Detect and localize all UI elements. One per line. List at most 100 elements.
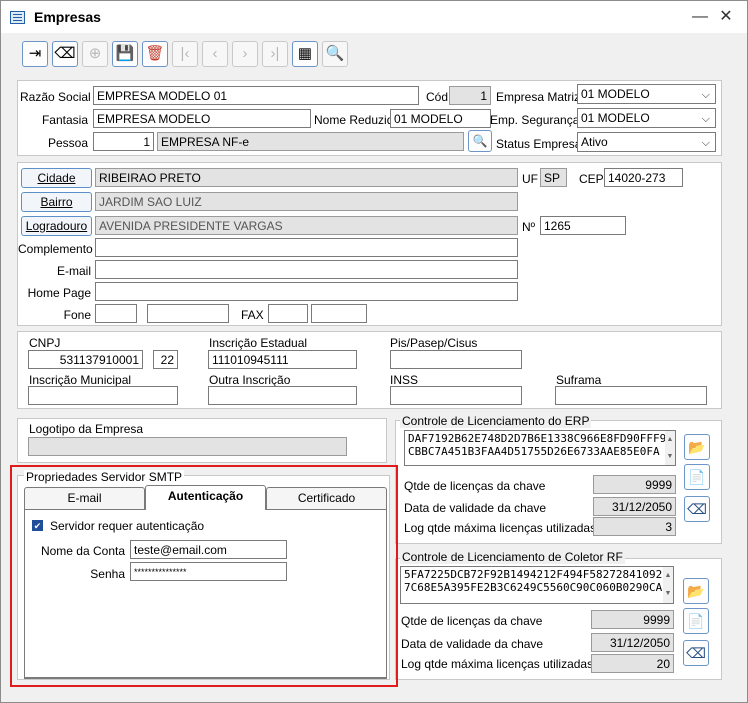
status-value: Ativo — [581, 135, 608, 149]
erp-key-line: DAF7192B62E748D2D7B6E1338C966E8FD90FFF9 — [408, 432, 667, 445]
grid-icon: ▦ — [297, 45, 313, 62]
fone-field[interactable] — [147, 304, 229, 323]
empresa-matriz-select[interactable]: 01 MODELO ⌵ — [577, 84, 716, 104]
tab-certificado[interactable]: Certificado — [266, 487, 387, 509]
razao-social-field[interactable]: EMPRESA MODELO 01 — [93, 86, 419, 105]
rf-key-line: 5FA7225DCB72F92B1494212F494F58272841092F — [404, 568, 669, 581]
inscricao-municipal-field[interactable] — [28, 386, 178, 405]
open-folder-button[interactable]: 📂 — [683, 578, 709, 604]
erp-qtd-field[interactable]: 9999 — [593, 475, 676, 494]
email-field[interactable] — [95, 260, 518, 279]
logo-path-field[interactable] — [28, 437, 347, 456]
empresa-seguranca-select[interactable]: 01 MODELO ⌵ — [577, 108, 716, 128]
cep-field[interactable]: 14020-273 — [604, 168, 683, 187]
erp-key-line: CBBC7A451B3FAA4D51755D26E6733AAE85E0FA — [408, 445, 660, 458]
fax-ddd-field[interactable] — [268, 304, 308, 323]
document-button[interactable]: 📄 — [684, 464, 710, 490]
ie-label: Inscrição Estadual — [209, 336, 308, 350]
erp-qtd-label: Qtde de licenças da chave — [404, 479, 546, 493]
previous-record-button[interactable]: ‹ — [202, 41, 228, 67]
cnpj-dv-field[interactable]: 22 — [153, 350, 178, 369]
suframa-field[interactable] — [555, 386, 707, 405]
suframa-label: Suframa — [556, 373, 602, 387]
close-button[interactable]: ✕ — [714, 8, 738, 26]
next-record-button[interactable]: › — [232, 41, 258, 67]
status-empresa-select[interactable]: Ativo ⌵ — [577, 132, 716, 152]
plus-icon: ⊕ — [88, 45, 102, 62]
pessoa-search-button[interactable]: 🔍 — [468, 130, 492, 152]
chevron-down-icon: ⌵ — [701, 137, 710, 149]
auth-checkbox[interactable]: ✔ — [32, 520, 43, 531]
outra-label: Outra Inscrição — [209, 373, 291, 387]
account-name-field[interactable]: teste@email.com — [130, 540, 287, 559]
document-icon: 📄 — [688, 469, 706, 485]
eraser-icon: ⌫ — [54, 45, 76, 62]
tab-bottom-border — [24, 677, 387, 679]
rf-max-field[interactable]: 20 — [591, 654, 674, 673]
save-button[interactable]: 💾 — [112, 41, 138, 67]
erp-key-textarea[interactable]: DAF7192B62E748D2D7B6E1338C966E8FD90FFF9 … — [404, 430, 676, 466]
cidade-button[interactable]: Cidade — [21, 168, 92, 188]
rf-validade-field[interactable]: 31/12/2050 — [591, 633, 674, 652]
fone-ddd-field[interactable] — [95, 304, 137, 323]
outra-inscricao-field[interactable] — [208, 386, 357, 405]
last-record-button[interactable]: ›| — [262, 41, 288, 67]
complemento-field[interactable] — [95, 238, 518, 257]
search-button[interactable]: 🔍 — [322, 41, 348, 67]
tab-email[interactable]: E-mail — [24, 487, 145, 509]
logradouro-field[interactable]: AVENIDA PRESIDENTE VARGAS — [95, 216, 518, 235]
exit-button[interactable]: ⇥ — [22, 41, 48, 67]
email-label: E-mail — [56, 264, 91, 278]
fax-field[interactable] — [311, 304, 367, 323]
uf-label: UF — [522, 172, 538, 186]
homepage-field[interactable] — [95, 282, 518, 301]
cod-field[interactable]: 1 — [449, 86, 491, 105]
trash-icon: 🗑 — [145, 45, 165, 62]
logo-label: Logotipo da Empresa — [29, 422, 144, 436]
cnpj-field[interactable]: 531137910001 — [28, 350, 143, 369]
senha-label: Senha — [90, 567, 125, 581]
exit-icon: ⇥ — [28, 45, 42, 62]
seguranca-value: 01 MODELO — [581, 111, 650, 125]
pessoa-label: Pessoa — [47, 136, 88, 150]
erase-key-button[interactable]: ⌫ — [684, 496, 710, 522]
fantasia-field[interactable]: EMPRESA MODELO — [93, 109, 311, 128]
grid-button[interactable]: ▦ — [292, 41, 318, 67]
pessoa-code-field[interactable]: 1 — [93, 132, 154, 151]
password-field[interactable]: *************** — [130, 562, 287, 581]
document-icon: 📄 — [687, 613, 705, 629]
clear-button[interactable]: ⌫ — [52, 41, 78, 67]
nome-reduzido-field[interactable]: 01 MODELO — [390, 109, 491, 128]
cidade-field[interactable]: RIBEIRAO PRETO — [95, 168, 518, 187]
bairro-field[interactable]: JARDIM SAO LUIZ — [95, 192, 518, 211]
inscricao-estadual-field[interactable]: 111010945111 — [208, 350, 357, 369]
pessoa-name-field[interactable]: EMPRESA NF-e — [157, 132, 464, 151]
numero-field[interactable]: 1265 — [540, 216, 626, 235]
first-record-button[interactable]: |‹ — [172, 41, 198, 67]
rf-qtd-field[interactable]: 9999 — [591, 610, 674, 629]
uf-field[interactable]: SP — [540, 168, 567, 187]
inss-field[interactable] — [390, 386, 522, 405]
scrollbar[interactable]: ▲ ▼ — [665, 431, 675, 465]
rf-key-textarea[interactable]: 5FA7225DCB72F92B1494212F494F58272841092F… — [400, 566, 674, 604]
chevron-down-icon: ⌵ — [701, 89, 710, 101]
tab-autenticacao[interactable]: Autenticação — [145, 485, 266, 510]
erp-max-field[interactable]: 3 — [593, 517, 676, 536]
minimize-button[interactable]: — — [688, 8, 712, 26]
erp-validade-field[interactable]: 31/12/2050 — [593, 497, 676, 516]
homepage-label: Home Page — [27, 286, 91, 300]
open-folder-button[interactable]: 📂 — [684, 434, 710, 460]
bairro-button[interactable]: Bairro — [21, 192, 92, 212]
erp-validade-label: Data de validade da chave — [404, 501, 547, 515]
logradouro-button[interactable]: Logradouro — [21, 216, 92, 236]
document-button[interactable]: 📄 — [683, 608, 709, 634]
cnpj-label: CNPJ — [29, 336, 61, 350]
scrollbar[interactable]: ▲ ▼ — [663, 567, 673, 603]
matriz-value: 01 MODELO — [581, 87, 650, 101]
previous-icon: ‹ — [212, 45, 218, 62]
delete-button[interactable]: 🗑 — [142, 41, 168, 67]
rf-validade-label: Data de validade da chave — [401, 637, 544, 651]
pis-field[interactable] — [390, 350, 522, 369]
add-button[interactable]: ⊕ — [82, 41, 108, 67]
erase-key-button[interactable]: ⌫ — [683, 640, 709, 666]
